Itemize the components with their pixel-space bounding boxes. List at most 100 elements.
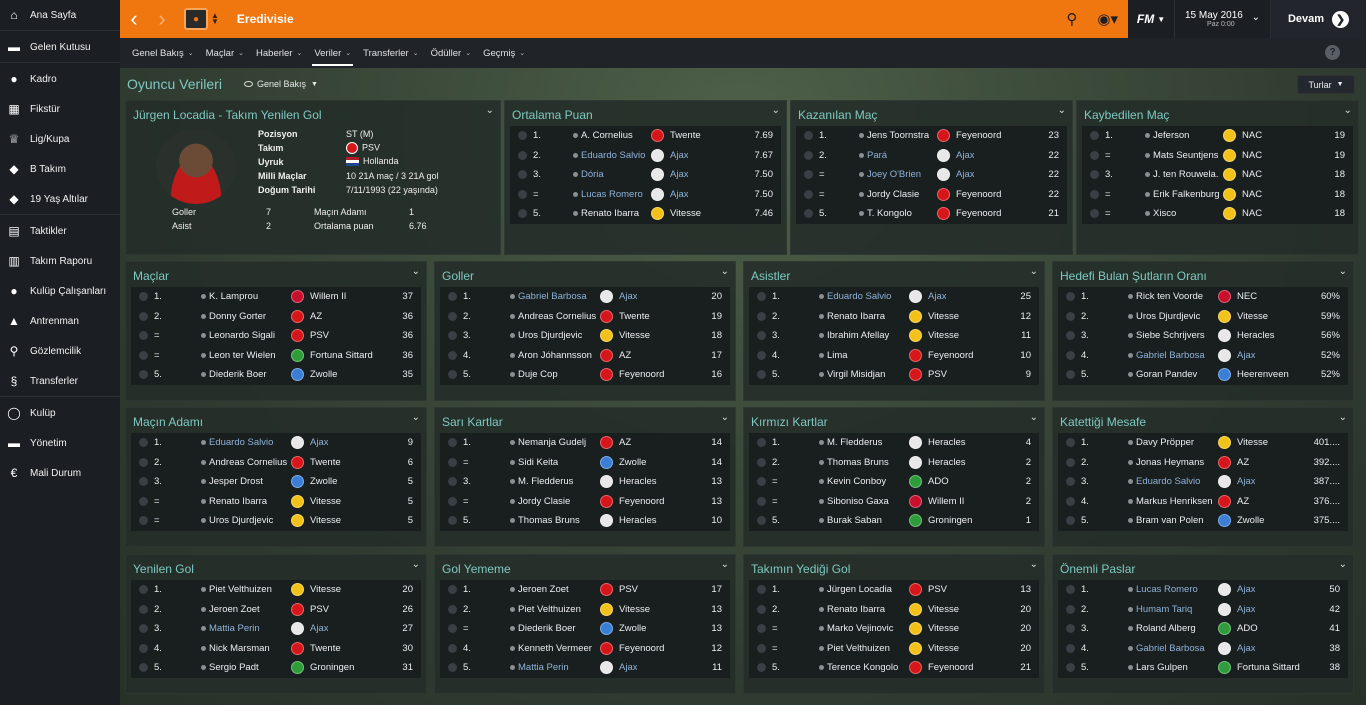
club-name[interactable]: Zwolle [1237, 515, 1264, 526]
selection-dot-icon[interactable] [757, 496, 766, 506]
club-name[interactable]: Ajax [619, 662, 637, 673]
selection-dot-icon[interactable] [448, 663, 457, 672]
selection-dot-icon[interactable] [139, 457, 148, 467]
team-value-wrap[interactable]: PSV [346, 142, 380, 154]
chevron-down-icon[interactable]: ⌄ [1030, 266, 1038, 277]
list-item[interactable]: 1. Nemanja Gudelj AZ 14 [440, 433, 730, 453]
player-name[interactable]: Piet Velthuizen [209, 584, 272, 595]
list-item[interactable]: 2. Eduardo Salvio Ajax 7.67 [510, 146, 781, 166]
player-name[interactable]: Jürgen Locadia [827, 584, 892, 595]
selection-dot-icon[interactable] [1066, 438, 1075, 447]
player-name[interactable]: Burak Saban [827, 515, 882, 526]
player-name[interactable]: Thomas Bruns [518, 515, 580, 526]
view-dropdown[interactable]: Genel Bakış ▼ [244, 79, 318, 89]
selection-dot-icon[interactable] [1066, 663, 1075, 672]
list-item[interactable]: 1. Jürgen Locadia PSV 13 [749, 580, 1039, 600]
player-name[interactable]: Nick Marsman [209, 643, 270, 654]
player-name[interactable]: M. Fledderus [827, 437, 882, 448]
club-name[interactable]: Feyenoord [619, 496, 664, 507]
selection-dot-icon[interactable] [1066, 350, 1075, 360]
selection-dot-icon[interactable] [518, 150, 527, 160]
list-item[interactable]: 2. Thomas Bruns Heracles 2 [749, 453, 1039, 473]
club-name[interactable]: AZ [310, 311, 322, 322]
globe-icon[interactable]: ◉▾ [1087, 10, 1128, 28]
selection-dot-icon[interactable] [448, 457, 457, 467]
club-name[interactable]: Ajax [619, 291, 637, 302]
selection-dot-icon[interactable] [757, 438, 766, 447]
player-name[interactable]: Xisco [1153, 208, 1176, 219]
selection-dot-icon[interactable] [448, 585, 457, 594]
player-name[interactable]: Gabriel Barbosa [518, 291, 587, 302]
list-item[interactable]: = Renato Ibarra Vitesse 5 [131, 492, 421, 512]
club-name[interactable]: Vitesse [310, 515, 341, 526]
club-name[interactable]: NAC [1242, 130, 1262, 141]
tab-2[interactable]: Haberler ⌄ [250, 38, 308, 68]
player-name[interactable]: T. Kongolo [867, 208, 912, 219]
player-name[interactable]: Davy Pröpper [1136, 437, 1194, 448]
club-badge-icon[interactable]: ● [184, 8, 208, 30]
selection-dot-icon[interactable] [139, 477, 148, 486]
selection-dot-icon[interactable] [139, 496, 148, 506]
club-name[interactable]: Ajax [1237, 476, 1255, 487]
selection-dot-icon[interactable] [139, 438, 148, 447]
club-name[interactable]: NAC [1242, 150, 1262, 161]
selection-dot-icon[interactable] [1066, 292, 1075, 301]
selection-dot-icon[interactable] [139, 370, 148, 379]
club-name[interactable]: Heerenveen [1237, 369, 1289, 380]
player-name[interactable]: Jeferson [1153, 130, 1189, 141]
help-icon[interactable]: ? [1325, 45, 1340, 60]
club-name[interactable]: NAC [1242, 208, 1262, 219]
selection-dot-icon[interactable] [139, 643, 148, 653]
selection-dot-icon[interactable] [448, 643, 457, 653]
list-item[interactable]: 1. K. Lamprou Willem II 37 [131, 287, 421, 307]
player-name[interactable]: Gabriel Barbosa [1136, 643, 1205, 654]
club-name[interactable]: Vitesse [619, 330, 650, 341]
club-name[interactable]: Vitesse [619, 604, 650, 615]
selection-dot-icon[interactable] [448, 311, 457, 321]
player-name[interactable]: Mattia Perin [518, 662, 569, 673]
sidebar-item-2[interactable]: ● Kadro [0, 64, 120, 94]
panel-title[interactable]: Kaybedilen Maç [1084, 108, 1169, 122]
player-name[interactable]: Uros Djurdjevic [518, 330, 582, 341]
list-item[interactable]: 4. Aron Jóhannsson AZ 17 [440, 346, 730, 366]
club-name[interactable]: Ajax [310, 437, 328, 448]
player-name[interactable]: Renato Ibarra [827, 604, 885, 615]
sidebar-item-14[interactable]: ▬ Yönetim [0, 428, 120, 458]
list-item[interactable]: 5. Bram van Polen Zwolle 375.... [1058, 511, 1348, 531]
sidebar-item-1[interactable]: ▬ Gelen Kutusu [0, 32, 120, 63]
selection-dot-icon[interactable] [757, 516, 766, 525]
player-name[interactable]: M. Fledderus [518, 476, 573, 487]
list-item[interactable]: 5. Virgil Misidjan PSV 9 [749, 365, 1039, 385]
selection-dot-icon[interactable] [448, 516, 457, 525]
chevron-down-icon[interactable]: ⌄ [412, 266, 420, 277]
chevron-down-icon[interactable]: ⌄ [721, 559, 729, 570]
list-item[interactable]: 4. Gabriel Barbosa Ajax 38 [1058, 639, 1348, 659]
club-name[interactable]: Ajax [670, 150, 688, 161]
club-name[interactable]: Vitesse [310, 584, 341, 595]
club-name[interactable]: ADO [1237, 623, 1258, 634]
club-name[interactable]: Heracles [1237, 330, 1275, 341]
club-name[interactable]: Ajax [956, 169, 974, 180]
club-name[interactable]: Ajax [670, 169, 688, 180]
chevron-down-icon[interactable]: ⌄ [412, 559, 420, 570]
player-name[interactable]: Lucas Romero [1136, 584, 1198, 595]
list-item[interactable]: 2. Piet Velthuizen Vitesse 13 [440, 600, 730, 620]
player-name[interactable]: Joey O'Brien [867, 169, 921, 180]
club-name[interactable]: Groningen [310, 662, 354, 673]
club-name[interactable]: Vitesse [928, 623, 959, 634]
list-item[interactable]: = Jordy Clasie Feyenoord 22 [796, 185, 1067, 205]
list-item[interactable]: 3. Roland Alberg ADO 41 [1058, 619, 1348, 639]
panel-title[interactable]: Goller [442, 269, 474, 283]
player-name[interactable]: Jesper Drost [209, 476, 263, 487]
selection-dot-icon[interactable] [804, 189, 813, 199]
club-name[interactable]: ADO [928, 476, 949, 487]
list-item[interactable]: 2. Renato Ibarra Vitesse 20 [749, 600, 1039, 620]
chevron-down-icon[interactable]: ⌄ [1339, 412, 1347, 423]
list-item[interactable]: 2. Jeroen Zoet PSV 26 [131, 600, 421, 620]
sidebar-item-10[interactable]: ▲ Antrenman [0, 306, 120, 336]
tab-5[interactable]: Ödüller ⌄ [425, 38, 478, 68]
player-name[interactable]: Uros Djurdjevic [1136, 311, 1200, 322]
selection-dot-icon[interactable] [448, 331, 457, 340]
list-item[interactable]: 1. Piet Velthuizen Vitesse 20 [131, 580, 421, 600]
player-name[interactable]: Terence Kongolo [827, 662, 898, 673]
